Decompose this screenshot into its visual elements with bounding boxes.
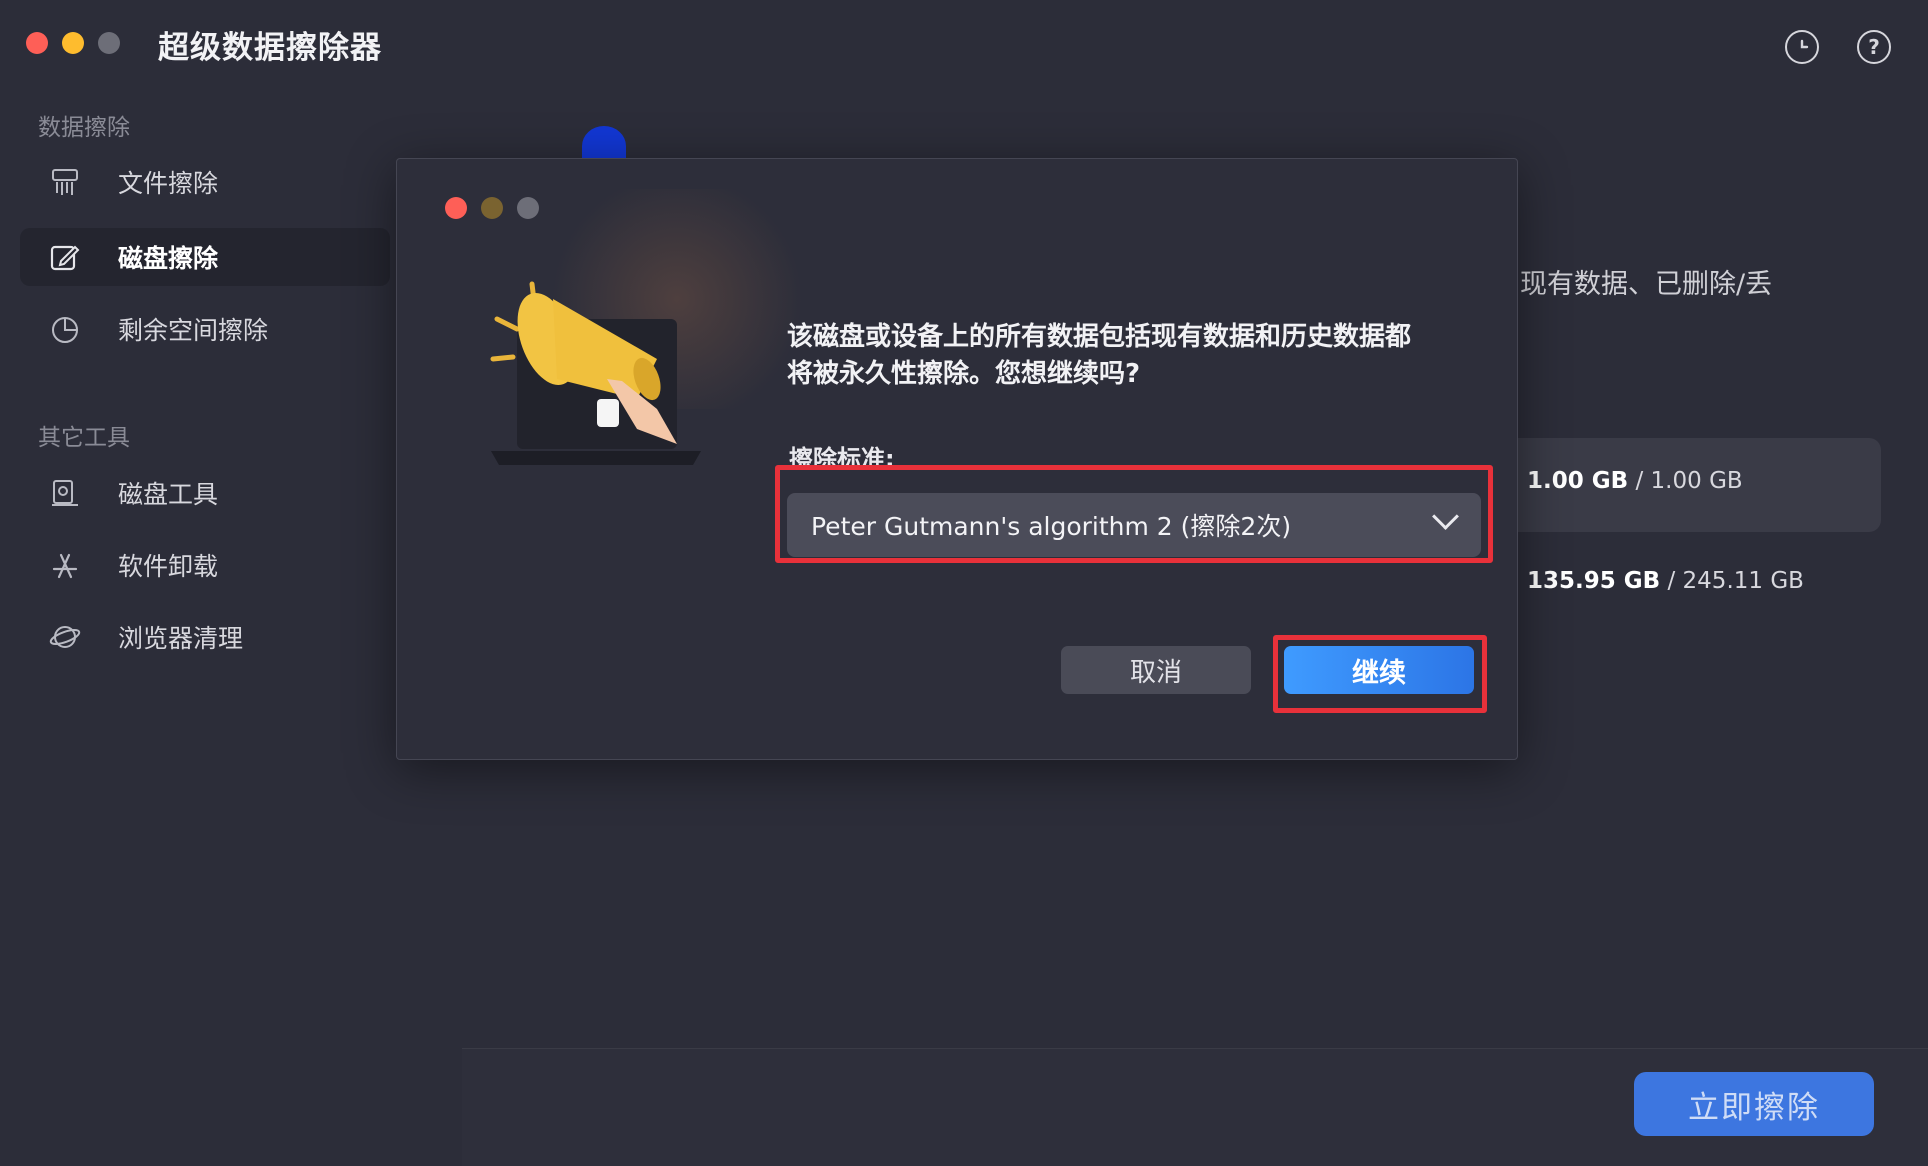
megaphone-laptop-illustration <box>490 281 701 465</box>
section-label-data-erase: 数据擦除 <box>38 115 130 141</box>
sidebar-item-label: 浏览器清理 <box>118 624 244 653</box>
help-glyph: ? <box>1868 35 1880 59</box>
dialog-message: 该磁盘或设备上的所有数据包括现有数据和历史数据都 将被永久性擦除。您想继续吗? <box>787 319 1477 393</box>
continue-button[interactable]: 继续 <box>1284 646 1474 694</box>
disk-capacity: 135.95 GB / 245.11 GB <box>1527 568 1804 594</box>
sidebar-item-disk-erase[interactable]: 磁盘擦除 <box>20 228 390 286</box>
disk-capacity: 1.00 GB / 1.00 GB <box>1527 468 1743 494</box>
app-title: 超级数据擦除器 <box>158 30 382 66</box>
dialog-close-button[interactable] <box>445 197 467 219</box>
disk-tool-icon <box>48 476 82 510</box>
erase-now-button[interactable]: 立即擦除 <box>1634 1072 1874 1136</box>
close-window-button[interactable] <box>26 32 48 54</box>
disk-total: / 245.11 GB <box>1667 568 1804 594</box>
dialog-message-line2: 将被永久性擦除。您想继续吗? <box>787 359 1141 389</box>
clock-icon[interactable] <box>1785 30 1819 64</box>
sidebar-item-label: 磁盘工具 <box>118 480 219 509</box>
zoom-window-button[interactable] <box>98 32 120 54</box>
disk-erase-icon <box>48 240 82 274</box>
disk-row[interactable]: 135.95 GB / 245.11 GB <box>1505 538 1881 632</box>
disk-used: 1.00 GB <box>1527 468 1629 494</box>
sidebar-item-label: 剩余空间擦除 <box>118 316 269 345</box>
dialog-minimize-button <box>481 197 503 219</box>
chevron-down-icon <box>1432 503 1459 530</box>
app-store-icon <box>48 548 82 582</box>
clock-hands <box>1800 39 1809 49</box>
sidebar-item-disk-tool[interactable]: 磁盘工具 <box>20 464 390 522</box>
help-icon[interactable]: ? <box>1857 30 1891 64</box>
dialog-zoom-button <box>517 197 539 219</box>
shredder-icon <box>48 165 82 199</box>
minimize-window-button[interactable] <box>62 32 84 54</box>
erase-standard-select[interactable]: Peter Gutmann's algorithm 2 (擦除2次) <box>787 493 1481 557</box>
sidebar-item-app-uninstall[interactable]: 软件卸载 <box>20 536 390 594</box>
section-label-other-tools: 其它工具 <box>38 425 130 451</box>
browser-planet-icon <box>48 620 82 654</box>
sidebar-item-browser-clean[interactable]: 浏览器清理 <box>20 608 390 666</box>
disk-total: / 1.00 GB <box>1635 468 1743 494</box>
erase-standard-value: Peter Gutmann's algorithm 2 (擦除2次) <box>811 512 1292 541</box>
sidebar-item-free-space-erase[interactable]: 剩余空间擦除 <box>20 300 390 358</box>
sidebar-item-label: 磁盘擦除 <box>118 244 219 273</box>
sidebar: 数据擦除 文件擦除 磁盘擦除 剩余空间擦除 其它工具 磁盘工具 软件卸载 浏览器… <box>0 90 462 1166</box>
dialog-message-line1: 该磁盘或设备上的所有数据包括现有数据和历史数据都 <box>787 322 1412 352</box>
disk-row[interactable]: 1.00 GB / 1.00 GB <box>1505 438 1881 532</box>
sidebar-item-label: 文件擦除 <box>118 169 219 198</box>
pie-chart-icon <box>48 312 82 346</box>
app-window: 超级数据擦除器 ? 数据擦除 文件擦除 磁盘擦除 剩余空间擦除 其它工具 磁盘工… <box>0 0 1928 1166</box>
disk-erase-description: 现有数据、已删除/丢 <box>1520 269 1773 300</box>
disk-used: 135.95 GB <box>1527 568 1661 594</box>
sidebar-item-file-erase[interactable]: 文件擦除 <box>20 153 390 211</box>
cancel-button[interactable]: 取消 <box>1061 646 1251 694</box>
erase-confirm-dialog: 该磁盘或设备上的所有数据包括现有数据和历史数据都 将被永久性擦除。您想继续吗? … <box>396 158 1518 760</box>
sidebar-item-label: 软件卸载 <box>118 552 219 581</box>
